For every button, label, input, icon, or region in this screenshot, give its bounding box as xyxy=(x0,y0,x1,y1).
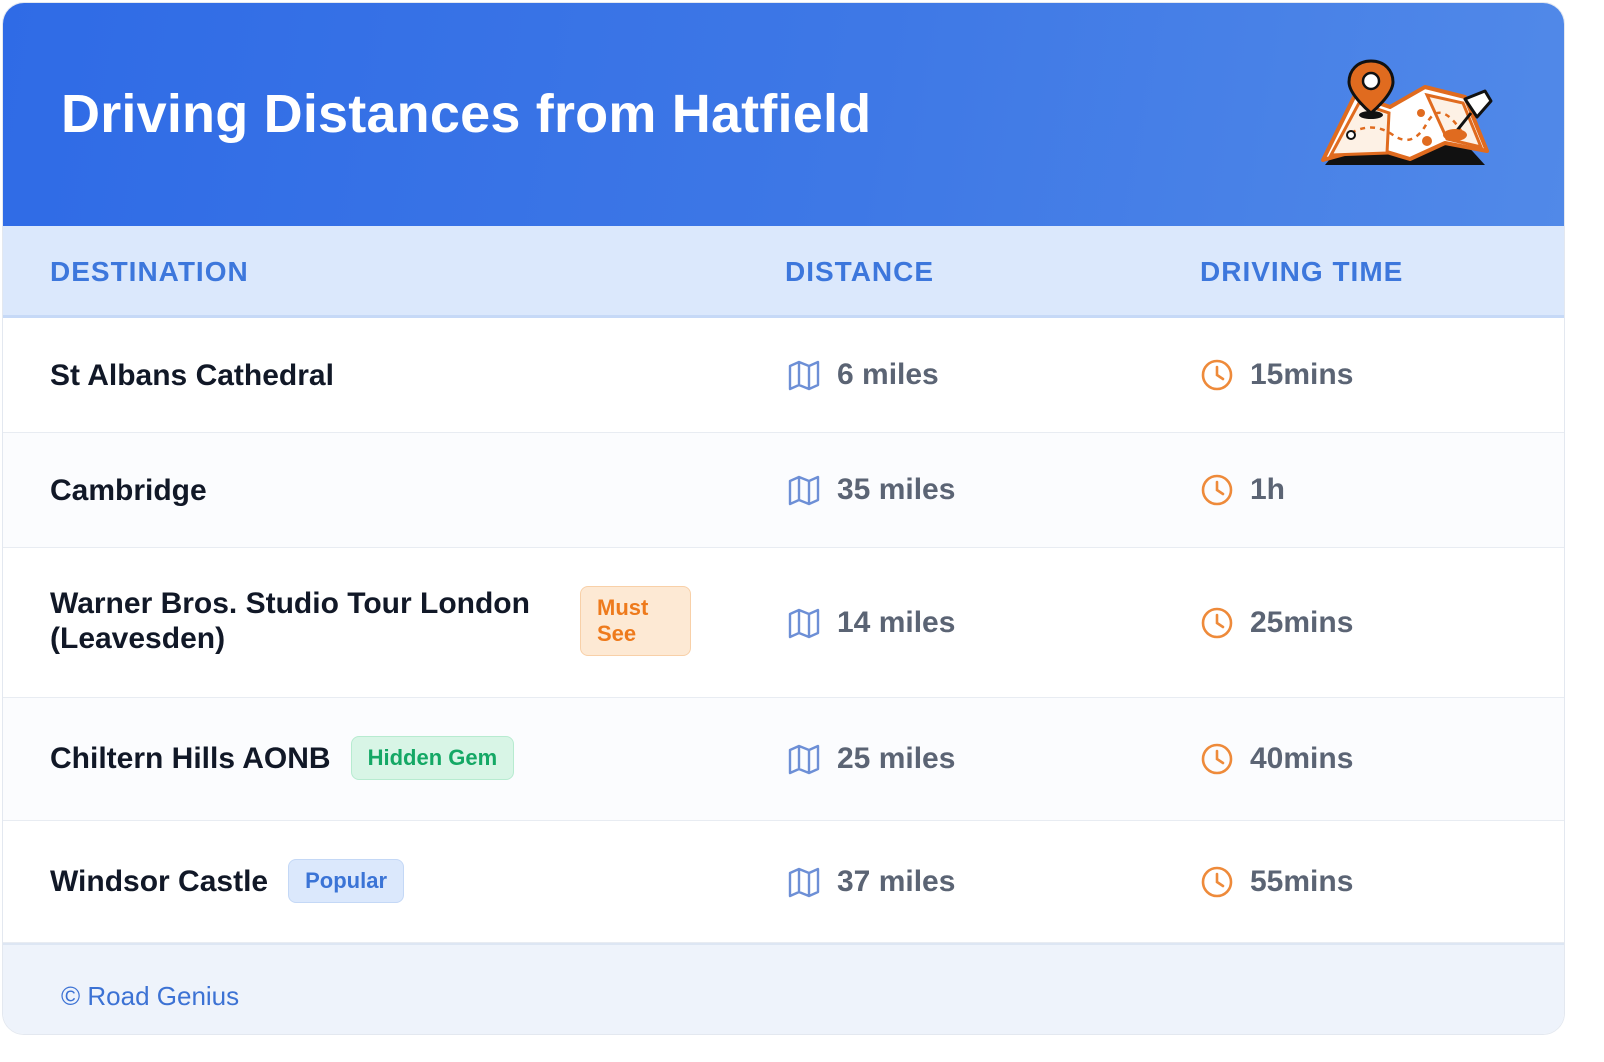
popular-badge: Popular xyxy=(288,859,405,903)
table-row: Cambridge 35 miles 1h xyxy=(3,433,1564,548)
distance-cell: 37 miles xyxy=(787,865,955,899)
distance-value: 35 miles xyxy=(837,473,956,506)
hidden-gem-badge: Hidden Gem xyxy=(350,736,515,780)
time-value: 55mins xyxy=(1250,865,1354,898)
destination-cell: Warner Bros. Studio Tour London (Leavesd… xyxy=(50,586,691,656)
page-title: Driving Distances from Hatfield xyxy=(61,84,872,144)
distance-value: 25 miles xyxy=(837,742,956,775)
time-cell: 15mins xyxy=(1200,358,1353,392)
destination-cell: Cambridge xyxy=(50,473,207,508)
table-row: St Albans Cathedral 6 miles 15mins xyxy=(3,318,1564,433)
time-value: 40mins xyxy=(1250,742,1354,775)
distance-cell: 25 miles xyxy=(787,742,955,776)
distance-card: Driving Distances from Hatfield DESTINAT… xyxy=(2,2,1565,1035)
clock-icon xyxy=(1200,358,1234,392)
destination-cell: St Albans Cathedral xyxy=(50,358,334,393)
distance-cell: 14 miles xyxy=(787,606,955,640)
destination-name: Warner Bros. Studio Tour London (Leavesd… xyxy=(50,587,530,655)
table-row: Warner Bros. Studio Tour London (Leavesd… xyxy=(3,548,1564,698)
column-header-destination: DESTINATION xyxy=(50,256,249,287)
card-header: Driving Distances from Hatfield xyxy=(3,3,1564,226)
table-row: Chiltern Hills AONB Hidden Gem 25 miles … xyxy=(3,698,1564,821)
destination-name: Cambridge xyxy=(50,474,207,507)
table-header: DESTINATION DISTANCE DRIVING TIME xyxy=(3,226,1564,318)
destination-cell: Chiltern Hills AONB Hidden Gem xyxy=(50,736,515,780)
time-cell: 1h xyxy=(1200,473,1285,507)
table-row: Windsor Castle Popular 37 miles 55mins xyxy=(3,821,1564,943)
clock-icon xyxy=(1200,606,1234,640)
destination-name: St Albans Cathedral xyxy=(50,359,334,392)
map-icon xyxy=(787,865,821,899)
time-value: 15mins xyxy=(1250,358,1354,391)
clock-icon xyxy=(1200,865,1234,899)
distance-value: 6 miles xyxy=(837,358,939,391)
time-value: 25mins xyxy=(1250,606,1354,639)
clock-icon xyxy=(1200,473,1234,507)
distance-cell: 6 miles xyxy=(787,358,939,392)
map-icon xyxy=(787,358,821,392)
map-illustration-icon xyxy=(1321,59,1493,165)
time-value: 1h xyxy=(1250,473,1286,506)
map-icon xyxy=(787,606,821,640)
time-cell: 40mins xyxy=(1200,742,1353,776)
distance-value: 14 miles xyxy=(837,606,956,639)
time-cell: 55mins xyxy=(1200,865,1353,899)
destination-cell: Windsor Castle Popular xyxy=(50,859,405,903)
column-header-driving-time: DRIVING TIME xyxy=(1200,256,1404,287)
must-see-badge: Must See xyxy=(580,586,691,656)
distance-value: 37 miles xyxy=(837,865,956,898)
column-header-distance: DISTANCE xyxy=(785,256,935,287)
map-icon xyxy=(787,473,821,507)
time-cell: 25mins xyxy=(1200,606,1353,640)
destination-name: Chiltern Hills AONB xyxy=(50,741,331,775)
card-footer: © Road Genius xyxy=(3,943,1564,1034)
distance-cell: 35 miles xyxy=(787,473,955,507)
destination-name: Windsor Castle xyxy=(50,864,269,898)
copyright-credit: © Road Genius xyxy=(61,981,240,1011)
map-icon xyxy=(787,742,821,776)
clock-icon xyxy=(1200,742,1234,776)
